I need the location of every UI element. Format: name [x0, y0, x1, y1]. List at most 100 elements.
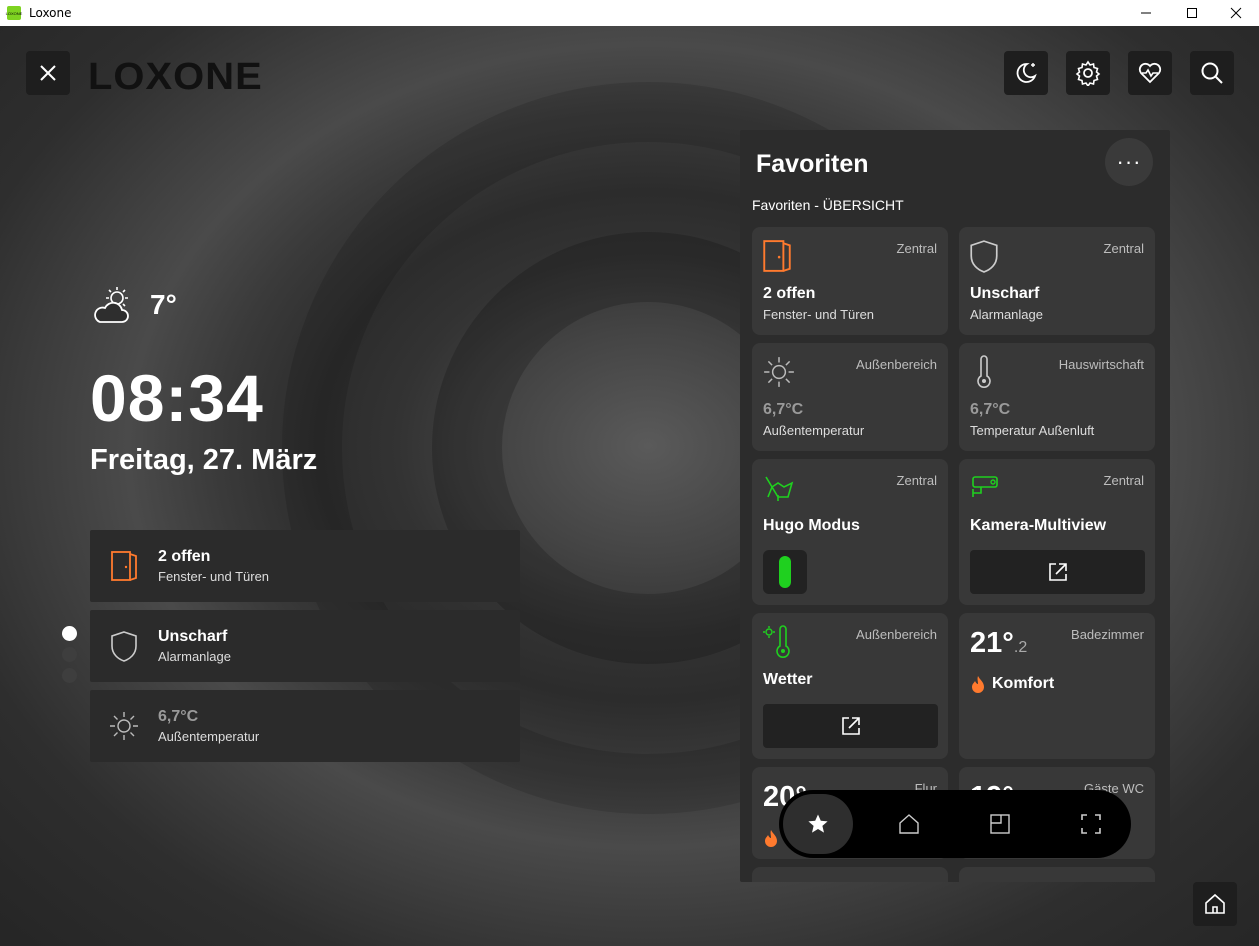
shield-icon — [970, 240, 998, 273]
hugo-icon — [765, 476, 794, 501]
nav-fullscreen[interactable] — [1056, 794, 1126, 854]
sun-icon — [764, 357, 794, 387]
tile-air-temp[interactable]: Hauswirtschaft 6,7°C Temperatur Außenluf… — [959, 343, 1155, 451]
tile-partial[interactable] — [752, 867, 948, 882]
favorites-panel: Favoriten ··· Favoriten - ÜBERSICHT Zent… — [740, 130, 1170, 882]
search-button[interactable] — [1190, 51, 1234, 95]
nav-rooms[interactable] — [874, 794, 944, 854]
health-button[interactable] — [1128, 51, 1172, 95]
tile-room: Außenbereich — [856, 357, 937, 372]
tile-value: 6,7°C — [763, 401, 804, 418]
toggle-indicator — [779, 556, 791, 588]
panel-title: Favoriten — [756, 150, 869, 178]
house-icon — [899, 814, 919, 834]
tile-value: Wetter — [763, 671, 813, 688]
page-dot[interactable] — [62, 647, 77, 662]
moon-stars-icon — [1016, 63, 1037, 83]
nav-categories[interactable] — [965, 794, 1035, 854]
nav-favorites[interactable] — [783, 794, 853, 854]
status-card-temperature[interactable]: 6,7°C Außentemperatur — [90, 690, 520, 762]
tile-room: Zentral — [1103, 241, 1144, 256]
page-dot[interactable] — [62, 668, 77, 683]
bottom-navigation — [779, 790, 1131, 858]
tile-room: Zentral — [896, 473, 937, 488]
tile-alarm[interactable]: Zentral Unscharf Alarmanlage — [959, 227, 1155, 335]
climate-mode-label: Komfort — [992, 675, 1055, 692]
status-card-subtitle: Außentemperatur — [158, 729, 260, 744]
tile-room: Zentral — [896, 241, 937, 256]
window-title: Loxone — [29, 6, 72, 20]
tile-doors[interactable]: Zentral 2 offen Fenster- und Türen — [752, 227, 948, 335]
thermometer-icon — [977, 355, 991, 388]
partly-cloudy-icon — [94, 287, 129, 323]
status-card-subtitle: Alarmanlage — [158, 649, 231, 664]
external-link-icon — [1048, 563, 1067, 581]
page-dot-active[interactable] — [62, 626, 77, 641]
climate-mode: Komfort — [970, 675, 1054, 693]
tile-camera[interactable]: Zentral Kamera-Multiview — [959, 459, 1155, 605]
close-button[interactable] — [26, 51, 70, 95]
sun-icon — [110, 712, 138, 740]
heart-pulse-icon — [1138, 62, 1162, 84]
tile-outdoor-temp[interactable]: Außenbereich 6,7°C Außentemperatur — [752, 343, 948, 451]
tile-value: 6,7°C — [970, 401, 1011, 418]
star-icon — [808, 814, 828, 833]
external-link-icon — [841, 717, 860, 735]
room-temperature: 21°.2 — [970, 627, 1028, 659]
weather-widget[interactable]: 7° — [90, 284, 177, 326]
clock-date: Freitag, 27. März — [90, 444, 318, 476]
weather-temperature: 7° — [150, 289, 177, 320]
maximize-icon — [1187, 8, 1197, 18]
camera-icon — [972, 476, 998, 497]
loxone-logo: LOXONE — [88, 56, 263, 98]
tile-bathroom-climate[interactable]: Badezimmer 21°.2 Komfort — [959, 613, 1155, 759]
status-card-title: Unscharf — [158, 628, 228, 645]
window-titlebar: LOXONE Loxone — [0, 0, 1259, 26]
home-icon — [1205, 893, 1225, 914]
minimize-icon — [1141, 12, 1151, 14]
tile-room: Außenbereich — [856, 627, 937, 642]
tile-room: Zentral — [1103, 473, 1144, 488]
close-window-button[interactable] — [1213, 0, 1259, 26]
gear-icon — [1075, 60, 1101, 86]
close-icon — [40, 65, 56, 81]
tile-value: Kamera-Multiview — [970, 517, 1107, 534]
tile-label: Außentemperatur — [763, 423, 865, 438]
panel-subheading: Favoriten - ÜBERSICHT — [752, 197, 904, 213]
maximize-button[interactable] — [1169, 0, 1215, 26]
tile-label: Temperatur Außenluft — [970, 423, 1095, 438]
minimize-button[interactable] — [1123, 0, 1169, 26]
weather-thermometer-icon — [763, 625, 790, 658]
more-options-button[interactable]: ··· — [1105, 138, 1153, 186]
flame-icon — [763, 829, 779, 852]
night-mode-button[interactable] — [1004, 51, 1048, 95]
door-icon — [111, 551, 137, 581]
tile-value: 2 offen — [763, 285, 816, 302]
tile-partial[interactable] — [959, 867, 1155, 882]
settings-button[interactable] — [1066, 51, 1110, 95]
status-card-title: 2 offen — [158, 548, 211, 565]
search-icon — [1201, 62, 1223, 84]
home-button[interactable] — [1193, 882, 1237, 926]
tile-label: Alarmanlage — [970, 307, 1043, 322]
app-stage: LOXONE 7° 08:34 Freitag, 27. März 2 offe… — [0, 26, 1259, 946]
tile-hugo-mode[interactable]: Zentral Hugo Modus — [752, 459, 948, 605]
tile-room: Badezimmer — [1071, 627, 1144, 642]
open-camera-button[interactable] — [970, 550, 1145, 594]
app-icon: LOXONE — [6, 6, 22, 20]
open-weather-button[interactable] — [763, 704, 938, 748]
status-card-subtitle: Fenster- und Türen — [158, 569, 270, 584]
close-window-icon — [1230, 7, 1242, 19]
tile-weather[interactable]: Außenbereich Wetter — [752, 613, 948, 759]
tile-value: Hugo Modus — [763, 517, 860, 534]
tile-room: Hauswirtschaft — [1058, 357, 1144, 372]
hugo-toggle[interactable] — [763, 550, 807, 594]
door-icon — [763, 240, 791, 272]
status-card-alarm[interactable]: Unscharf Alarmanlage — [90, 610, 520, 682]
status-card-doors[interactable]: 2 offen Fenster- und Türen — [90, 530, 520, 602]
clock-time: 08:34 — [90, 361, 264, 435]
flame-icon — [972, 676, 984, 693]
status-card-title: 6,7°C — [158, 708, 199, 725]
shield-icon — [111, 631, 137, 662]
tile-value: Unscharf — [970, 285, 1040, 302]
